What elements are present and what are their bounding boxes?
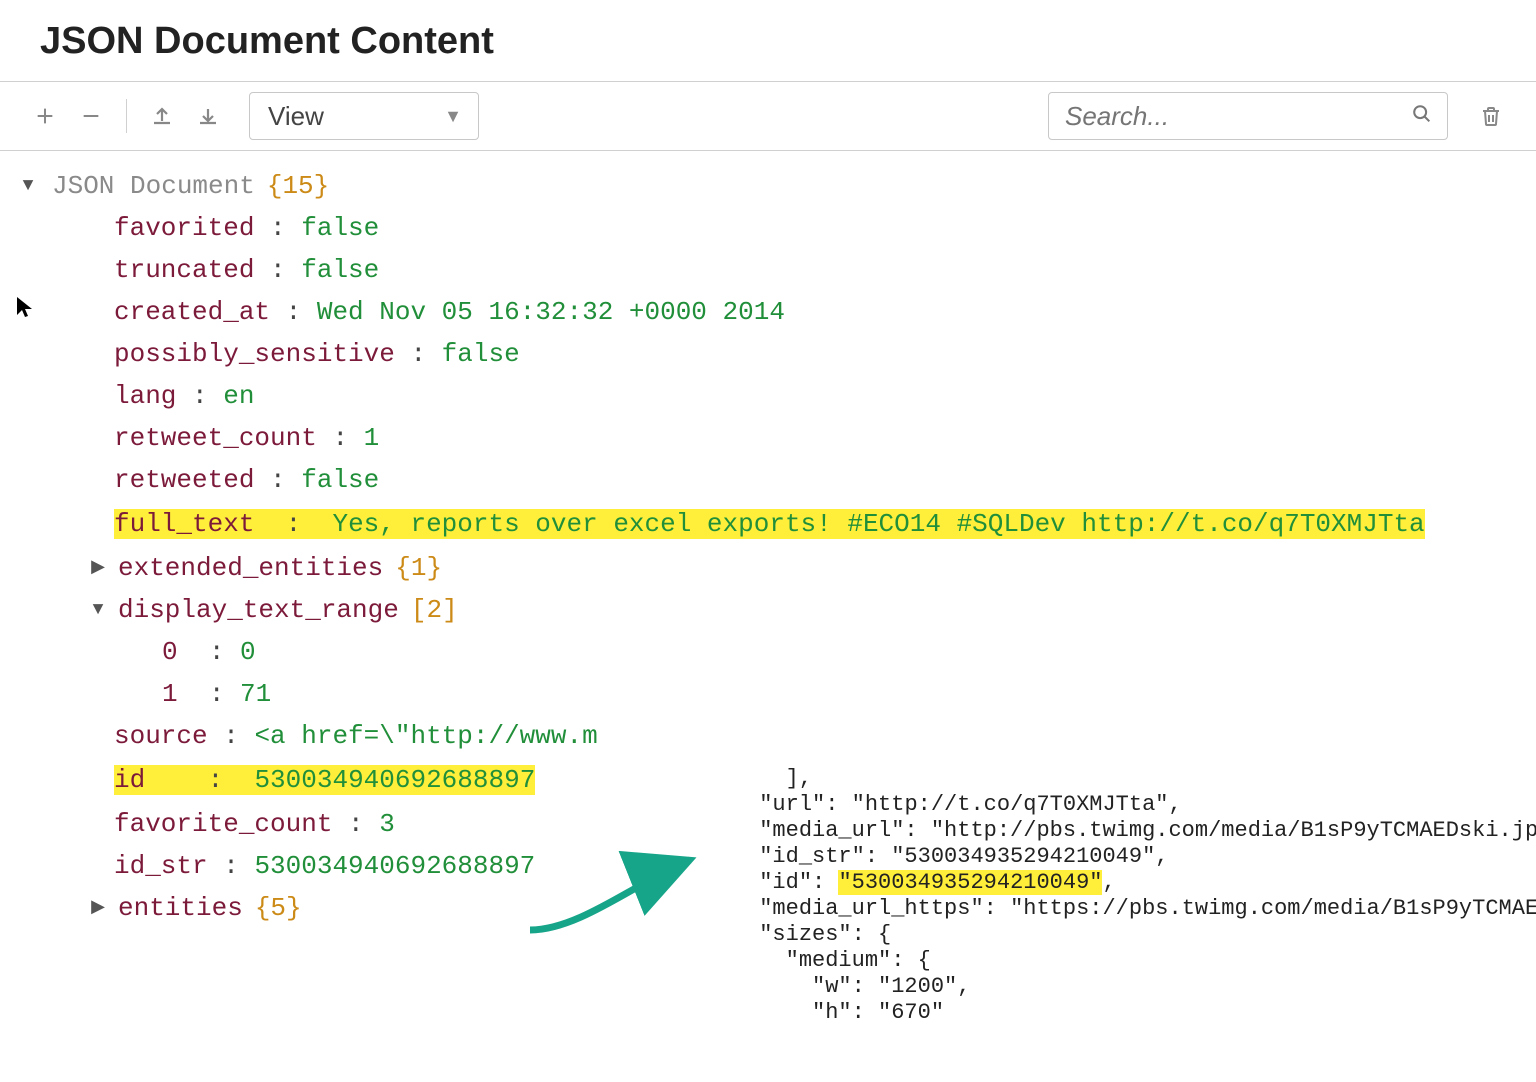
- json-value: false: [301, 215, 379, 241]
- collapse-icon[interactable]: ▼: [14, 177, 42, 195]
- tree-row[interactable]: ▼ 1 : 71: [14, 673, 1536, 715]
- json-key: lang: [114, 383, 176, 409]
- json-key: favorite_count: [114, 811, 332, 837]
- json-value: false: [301, 257, 379, 283]
- json-index: 1: [162, 681, 178, 707]
- child-count: {5}: [255, 895, 302, 921]
- json-key: id_str: [114, 853, 208, 879]
- overlay-line: "w": "1200",: [680, 974, 970, 999]
- overlay-line: "sizes": {: [680, 922, 891, 947]
- page-title: JSON Document Content: [0, 0, 1536, 81]
- overlay-line: "http://pbs.twimg.com/media/B1sP9yTCMAED…: [931, 818, 1536, 843]
- expand-icon[interactable]: ▶: [84, 559, 112, 577]
- overlay-line: ],: [680, 766, 838, 791]
- search-input[interactable]: [1063, 100, 1411, 133]
- json-key: full_text: [114, 509, 254, 539]
- json-value: 3: [379, 811, 395, 837]
- collapse-icon[interactable]: ▼: [84, 601, 112, 619]
- overlay-line: "media_url_https":: [680, 896, 1010, 921]
- json-value: 71: [240, 681, 271, 707]
- json-value: Yes, reports over excel exports! #ECO14 …: [332, 509, 1424, 539]
- tree-row[interactable]: ▼ lang : en: [14, 375, 1536, 417]
- import-button[interactable]: [185, 93, 231, 139]
- view-dropdown[interactable]: View ▼: [249, 92, 479, 140]
- overlay-line: "id_str":: [680, 844, 891, 869]
- search-icon: [1411, 101, 1433, 132]
- json-value: 530034940692688897: [254, 765, 535, 795]
- json-key: id: [114, 765, 145, 795]
- json-key: truncated: [114, 257, 254, 283]
- tree-row[interactable]: ▼ ▶ extended_entities {1}: [14, 547, 1536, 589]
- overlay-line: "url":: [680, 792, 852, 817]
- overlay-line: "media_url":: [680, 818, 931, 843]
- remove-button[interactable]: [68, 93, 114, 139]
- json-value: 0: [240, 639, 256, 665]
- json-key: retweeted: [114, 467, 254, 493]
- tree-root-row[interactable]: ▼ JSON Document {15}: [14, 165, 1536, 207]
- chevron-down-icon: ▼: [444, 106, 462, 127]
- tree-row[interactable]: ▼ possibly_sensitive : false: [14, 333, 1536, 375]
- json-key: favorited: [114, 215, 254, 241]
- json-key: entities: [118, 895, 243, 921]
- json-value: 1: [364, 425, 380, 451]
- overlay-line: "id":: [680, 870, 838, 895]
- tree-row[interactable]: ▼ retweet_count : 1: [14, 417, 1536, 459]
- json-key: retweet_count: [114, 425, 317, 451]
- tree-row-highlighted[interactable]: ▼ full_text : Yes, reports over excel ex…: [14, 501, 1536, 547]
- json-value: 530034940692688897: [254, 853, 535, 879]
- json-key: extended_entities: [118, 555, 383, 581]
- json-value: false: [442, 341, 520, 367]
- delete-button[interactable]: [1468, 93, 1514, 139]
- tree-row[interactable]: ▼ 0 : 0: [14, 631, 1536, 673]
- tree-row[interactable]: ▼ retweeted : false: [14, 459, 1536, 501]
- root-label: JSON Document: [52, 173, 255, 199]
- search-box[interactable]: [1048, 92, 1448, 140]
- overlay-highlight: "530034935294210049": [838, 870, 1102, 895]
- json-key: created_at: [114, 299, 270, 325]
- child-count: {1}: [395, 555, 442, 581]
- add-button[interactable]: [22, 93, 68, 139]
- child-count: [2]: [411, 597, 458, 623]
- overlay-line: "medium": {: [680, 948, 931, 973]
- tree-row[interactable]: ▼ truncated : false: [14, 249, 1536, 291]
- overlay-line: "https://pbs.twimg.com/media/B1sP9yTCMAE…: [1010, 896, 1536, 921]
- view-dropdown-label: View: [268, 101, 324, 132]
- json-value: en: [223, 383, 254, 409]
- json-index: 0: [162, 639, 178, 665]
- json-key: possibly_sensitive: [114, 341, 395, 367]
- json-value: false: [301, 467, 379, 493]
- tree-row[interactable]: ▼ favorited : false: [14, 207, 1536, 249]
- json-key: source: [114, 723, 208, 749]
- overlay-line: "530034935294210049": [891, 844, 1155, 869]
- expand-icon[interactable]: ▶: [84, 899, 112, 917]
- overlay-line: "http://t.co/q7T0XMJTta": [852, 792, 1169, 817]
- root-count: {15}: [267, 173, 329, 199]
- json-value: Wed Nov 05 16:32:32 +0000 2014: [317, 299, 785, 325]
- toolbar: View ▼: [0, 82, 1536, 151]
- tree-row[interactable]: ▼ created_at : Wed Nov 05 16:32:32 +0000…: [14, 291, 1536, 333]
- json-key: display_text_range: [118, 597, 399, 623]
- overlay-line: "h": "670": [680, 1000, 944, 1025]
- json-value: <a href=\"http://www.m: [254, 723, 597, 749]
- raw-json-overlay: ], "url": "http://t.co/q7T0XMJTta", "med…: [680, 740, 1536, 1026]
- tree-row[interactable]: ▼ ▼ display_text_range [2]: [14, 589, 1536, 631]
- export-button[interactable]: [139, 93, 185, 139]
- toolbar-separator: [126, 99, 127, 133]
